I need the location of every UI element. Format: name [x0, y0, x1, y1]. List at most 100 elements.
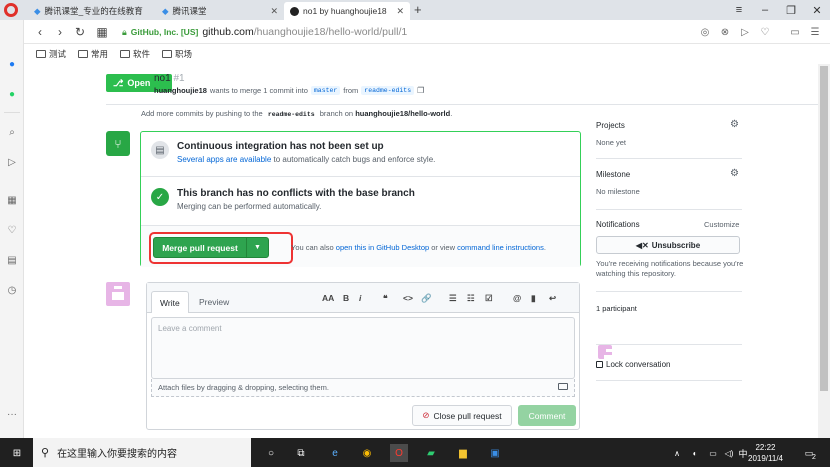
battery-icon[interactable]: ▭: [788, 25, 802, 39]
merge-alternatives: You can also open this in GitHub Desktop…: [291, 243, 546, 252]
tab-menu-icon[interactable]: ≡: [726, 0, 752, 20]
base-branch[interactable]: master: [310, 86, 341, 95]
history-icon[interactable]: ◷: [4, 282, 20, 298]
attach-files-area[interactable]: Attach files by dragging & dropping, sel…: [151, 379, 575, 397]
store-app-icon[interactable]: ▣: [486, 444, 504, 462]
minimize-button[interactable]: –: [752, 0, 778, 20]
milestone-gear-icon[interactable]: ⚙: [730, 168, 739, 179]
search-icon: ⚲: [41, 447, 50, 459]
taskbar-search-input[interactable]: ⚲ 在这里输入你要搜索的内容: [33, 438, 251, 467]
participant-avatar[interactable]: [598, 345, 616, 363]
windows-start-icon[interactable]: ⊞: [8, 444, 26, 462]
close-tab-icon[interactable]: ✕: [270, 6, 278, 17]
tab-github-pr[interactable]: no1 by huanghoujie18 ✕: [284, 2, 410, 20]
more-icon[interactable]: ···: [4, 406, 20, 422]
tab-tencent-2[interactable]: ◆ 腾讯课堂 ✕: [156, 2, 284, 20]
notification-count: 2: [812, 454, 816, 461]
maximize-button[interactable]: ❐: [778, 0, 804, 20]
bold-icon[interactable]: B: [343, 293, 349, 303]
link-icon[interactable]: 🔗: [421, 293, 432, 304]
bookmark-folder-test[interactable]: 测试: [36, 48, 66, 60]
quote-icon[interactable]: ❝: [383, 293, 388, 304]
camera-icon[interactable]: ◎: [698, 25, 712, 39]
whatsapp-icon[interactable]: ●: [4, 86, 20, 102]
tab-tencent-1[interactable]: ◆ 腾讯课堂_专业的在线教育: [28, 2, 156, 20]
pr-author-link[interactable]: huanghoujie18: [154, 86, 207, 95]
opera-logo-icon[interactable]: [4, 3, 18, 17]
avatar[interactable]: [106, 282, 130, 306]
tab-favicon-icon: ◆: [34, 5, 41, 16]
new-tab-button[interactable]: +: [414, 2, 422, 17]
milestone-value: No milestone: [596, 187, 640, 196]
bookmark-folder-software[interactable]: 软件: [120, 48, 150, 60]
taskbar-clock[interactable]: 22:22 2019/11/4: [748, 442, 783, 464]
ci-apps-link[interactable]: Several apps are available: [177, 155, 271, 164]
code-icon[interactable]: <>: [403, 293, 413, 303]
close-window-button[interactable]: ✕: [804, 0, 830, 20]
tab-preview[interactable]: Preview: [191, 291, 237, 313]
chrome-icon[interactable]: ◉: [358, 444, 376, 462]
tab-write[interactable]: Write: [151, 291, 189, 313]
bookmark-folder-common[interactable]: 常用: [78, 48, 108, 60]
notifications-heading: Notifications: [596, 220, 640, 229]
edge-icon[interactable]: e: [326, 444, 344, 462]
customize-link[interactable]: Customize: [704, 220, 739, 229]
projects-section: Projects None yet: [596, 121, 742, 147]
messenger-icon[interactable]: ●: [4, 56, 20, 72]
bookmark-icon[interactable]: ▮: [531, 293, 536, 304]
bookmark-folder-career[interactable]: 职场: [162, 48, 192, 60]
close-pr-icon: ⊘: [422, 410, 430, 420]
heart-icon[interactable]: ♡: [758, 25, 772, 39]
copy-clipboard-icon[interactable]: ❐: [417, 86, 424, 95]
reload-icon[interactable]: ↻: [72, 24, 88, 40]
merge-pull-request-button[interactable]: Merge pull request ▼: [153, 237, 269, 258]
tray-chevron-icon[interactable]: ∧: [668, 444, 686, 462]
reply-icon[interactable]: ↩: [549, 293, 556, 304]
back-icon[interactable]: ‹: [32, 24, 48, 40]
tray-app-icon[interactable]: ◐: [686, 444, 704, 462]
unsubscribe-button[interactable]: ◀✕ Unsubscribe: [596, 236, 740, 254]
github-favicon-icon: [290, 6, 299, 16]
send-icon[interactable]: ▷: [738, 25, 752, 39]
numbered-list-icon[interactable]: ☷: [467, 293, 475, 304]
folder-icon: [36, 50, 46, 58]
forward-icon[interactable]: ›: [52, 24, 68, 40]
merge-options-caret-icon[interactable]: ▼: [246, 238, 268, 257]
projects-gear-icon[interactable]: ⚙: [730, 119, 739, 130]
mention-icon[interactable]: @: [513, 293, 521, 303]
bookmarks-heart-icon[interactable]: ♡: [4, 222, 20, 238]
speed-dial-icon[interactable]: ▦: [94, 24, 110, 40]
milestone-heading[interactable]: Milestone: [596, 170, 742, 179]
search-icon[interactable]: ⌕: [4, 124, 20, 140]
vpn-icon[interactable]: ⊗: [718, 25, 732, 39]
command-line-link[interactable]: command line instructions: [457, 243, 544, 252]
opera-taskbar-icon[interactable]: O: [390, 444, 408, 462]
notes-app-icon[interactable]: ▆: [454, 444, 472, 462]
flow-send-icon[interactable]: ▷: [4, 154, 20, 170]
folder-icon: [120, 50, 131, 58]
mute-icon: ◀✕: [635, 240, 649, 250]
comment-button[interactable]: Comment: [518, 405, 576, 426]
task-view-icon[interactable]: ⧉: [292, 444, 310, 462]
comment-textarea[interactable]: Leave a comment: [151, 317, 575, 379]
head-branch[interactable]: readme-edits: [361, 86, 415, 95]
close-tab-icon[interactable]: ✕: [396, 6, 404, 17]
tab-favicon-icon: ◆: [162, 5, 169, 16]
open-desktop-link[interactable]: open this in GitHub Desktop: [336, 243, 429, 252]
news-icon[interactable]: ▤: [4, 252, 20, 268]
lock-conversation-link[interactable]: Lock conversation: [596, 360, 670, 369]
apps-grid-icon[interactable]: ▦: [4, 192, 20, 208]
easy-setup-icon[interactable]: ☰: [808, 25, 822, 39]
projects-heading[interactable]: Projects: [596, 121, 742, 130]
cortana-icon[interactable]: ○: [262, 444, 280, 462]
task-list-icon[interactable]: ☑: [485, 293, 493, 304]
git-merge-icon: ⑂: [106, 131, 130, 156]
close-pull-request-button[interactable]: ⊘ Close pull request: [412, 405, 512, 426]
app-icon-1[interactable]: ▰: [422, 444, 440, 462]
text-size-icon[interactable]: AA: [322, 293, 334, 303]
scrollbar-thumb[interactable]: [820, 66, 828, 391]
url-field[interactable]: 🔒︎ GitHub, Inc. [US] github.com/huanghou…: [122, 23, 682, 41]
bullet-list-icon[interactable]: ☰: [449, 293, 457, 304]
pr-meta: huanghoujie18 wants to merge 1 commit in…: [154, 86, 425, 95]
italic-icon[interactable]: i: [359, 293, 361, 303]
